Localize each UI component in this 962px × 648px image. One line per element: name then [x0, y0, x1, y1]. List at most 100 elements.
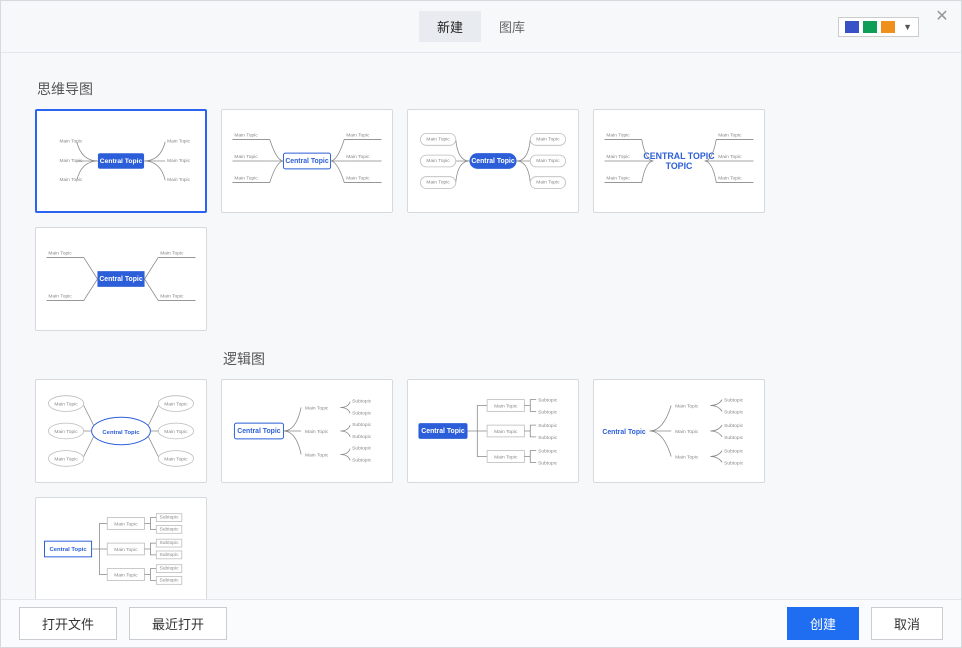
svg-text:Main Topic: Main Topic	[59, 177, 82, 183]
swatch-blue	[845, 21, 859, 33]
svg-text:Main Topic: Main Topic	[160, 294, 184, 300]
logic-templates: Central Topic Main Topic Main Topic Main T…	[35, 379, 937, 599]
svg-text:Subtopic: Subtopic	[160, 526, 180, 532]
svg-text:Central Topic: Central Topic	[102, 430, 140, 436]
recent-button[interactable]: 最近打开	[129, 607, 227, 640]
svg-text:Main Topic: Main Topic	[606, 176, 630, 182]
svg-text:Central Topic: Central Topic	[285, 158, 329, 165]
svg-text:Main Topic: Main Topic	[305, 453, 329, 459]
close-icon[interactable]: ✕	[933, 9, 951, 27]
section-mindmap-title: 思维导图	[37, 79, 937, 99]
template-logic-4[interactable]: Central Topic Main Topic Main Topic Main T…	[35, 497, 207, 599]
svg-text:Main Topic: Main Topic	[234, 176, 258, 182]
svg-text:Main Topic: Main Topic	[164, 429, 188, 435]
titlebar: 新建 图库 ▼ ✕	[1, 1, 961, 53]
svg-text:Main Topic: Main Topic	[234, 132, 258, 138]
svg-text:Main Topic: Main Topic	[494, 454, 518, 460]
svg-text:Central Topic: Central Topic	[471, 158, 515, 165]
svg-text:Main Topic: Main Topic	[234, 154, 258, 160]
svg-text:Main Topic: Main Topic	[167, 158, 190, 164]
svg-text:Subtopic: Subtopic	[352, 434, 372, 440]
svg-text:Central Topic: Central Topic	[237, 428, 281, 435]
template-mindmap-2[interactable]: Central Topic Main Topic Main Topic Main T…	[221, 109, 393, 213]
template-mindmap-1[interactable]: Central Topic Main Topic Main Topic Main…	[35, 109, 207, 213]
svg-text:Main Topic: Main Topic	[54, 456, 78, 462]
template-logic-1[interactable]: Central Topic Main Topic Main Topic Main T…	[221, 379, 393, 483]
tabs: 新建 图库	[419, 11, 543, 42]
svg-text:Subtopic: Subtopic	[538, 435, 558, 441]
svg-text:Central Topic: Central Topic	[421, 428, 465, 435]
svg-text:Subtopic: Subtopic	[538, 398, 558, 404]
section-logic-title: 逻辑图	[223, 349, 937, 369]
svg-text:Main Topic: Main Topic	[114, 572, 138, 578]
template-mindmap-5[interactable]: Central Topic Main Topic Main Topic Main …	[35, 227, 207, 331]
svg-text:Main Topic: Main Topic	[606, 154, 630, 160]
tab-new[interactable]: 新建	[419, 11, 481, 42]
svg-text:Main Topic: Main Topic	[718, 154, 742, 160]
template-mindmap-4[interactable]: CENTRAL TOPIC TOPIC Main Topic Main Topic…	[593, 109, 765, 213]
template-mindmap-3[interactable]: Central Topic Main Topic Main Topic Main T…	[407, 109, 579, 213]
swatch-green	[863, 21, 877, 33]
create-button[interactable]: 创建	[787, 607, 859, 640]
svg-text:Main Topic: Main Topic	[675, 454, 699, 460]
svg-text:Subtopic: Subtopic	[724, 409, 744, 415]
svg-text:Main Topic: Main Topic	[305, 405, 329, 411]
svg-text:Main Topic: Main Topic	[48, 294, 72, 300]
template-logic-0[interactable]: Central Topic Main Topic Main Topic Main T…	[35, 379, 207, 483]
svg-text:Main Topic: Main Topic	[426, 136, 450, 142]
svg-text:Subtopic: Subtopic	[724, 449, 744, 455]
svg-text:Main Topic: Main Topic	[305, 429, 329, 435]
svg-text:Subtopic: Subtopic	[724, 460, 744, 466]
svg-text:Main Topic: Main Topic	[536, 180, 560, 186]
tab-library[interactable]: 图库	[481, 11, 543, 42]
svg-text:Main Topic: Main Topic	[346, 176, 370, 182]
svg-text:Main Topic: Main Topic	[59, 139, 82, 145]
svg-text:Central Topic: Central Topic	[99, 276, 143, 283]
color-theme-selector[interactable]: ▼	[838, 17, 919, 37]
cancel-button[interactable]: 取消	[871, 607, 943, 640]
svg-text:Main Topic: Main Topic	[718, 176, 742, 182]
template-logic-3[interactable]: Central Topic Main Topic Main Topic Main T…	[593, 379, 765, 483]
svg-text:Subtopic: Subtopic	[352, 422, 372, 428]
svg-text:Main Topic: Main Topic	[426, 180, 450, 186]
chevron-down-icon: ▼	[903, 22, 912, 32]
svg-text:Subtopic: Subtopic	[538, 423, 558, 429]
svg-text:Main Topic: Main Topic	[54, 402, 78, 408]
svg-text:Subtopic: Subtopic	[352, 399, 372, 405]
svg-text:Main Topic: Main Topic	[59, 158, 82, 164]
svg-text:Central Topic: Central Topic	[49, 547, 87, 553]
svg-text:Main Topic: Main Topic	[167, 139, 190, 145]
template-logic-2[interactable]: Central Topic Main TopicMain TopicMain T…	[407, 379, 579, 483]
svg-text:Main Topic: Main Topic	[114, 547, 138, 553]
svg-text:Subtopic: Subtopic	[160, 566, 180, 572]
svg-text:Subtopic: Subtopic	[160, 515, 180, 521]
svg-text:Subtopic: Subtopic	[160, 577, 180, 583]
open-file-button[interactable]: 打开文件	[19, 607, 117, 640]
swatch-orange	[881, 21, 895, 33]
svg-text:Main Topic: Main Topic	[675, 403, 699, 409]
svg-text:TOPIC: TOPIC	[666, 161, 693, 171]
svg-text:Main Topic: Main Topic	[164, 456, 188, 462]
svg-text:Main Topic: Main Topic	[536, 158, 560, 164]
footer: 打开文件 最近打开 创建 取消	[1, 599, 961, 647]
svg-text:Main Topic: Main Topic	[114, 521, 138, 527]
svg-text:Subtopic: Subtopic	[724, 423, 744, 429]
svg-text:Main Topic: Main Topic	[164, 402, 188, 408]
svg-text:Main Topic: Main Topic	[494, 403, 518, 409]
svg-text:Subtopic: Subtopic	[352, 457, 372, 463]
svg-text:Main Topic: Main Topic	[160, 250, 184, 256]
svg-text:Main Topic: Main Topic	[675, 429, 699, 435]
svg-text:Subtopic: Subtopic	[724, 435, 744, 441]
svg-text:Subtopic: Subtopic	[538, 409, 558, 415]
svg-text:Subtopic: Subtopic	[352, 446, 372, 452]
svg-text:Main Topic: Main Topic	[718, 132, 742, 138]
svg-text:Main Topic: Main Topic	[606, 132, 630, 138]
svg-text:Central Topic: Central Topic	[100, 158, 143, 165]
svg-text:Main Topic: Main Topic	[346, 132, 370, 138]
svg-text:Central Topic: Central Topic	[602, 429, 646, 436]
svg-text:Subtopic: Subtopic	[724, 398, 744, 404]
svg-text:Main Topic: Main Topic	[346, 154, 370, 160]
svg-text:Main Topic: Main Topic	[426, 158, 450, 164]
svg-text:Subtopic: Subtopic	[352, 410, 372, 416]
svg-text:CENTRAL TOPIC: CENTRAL TOPIC	[643, 151, 715, 161]
